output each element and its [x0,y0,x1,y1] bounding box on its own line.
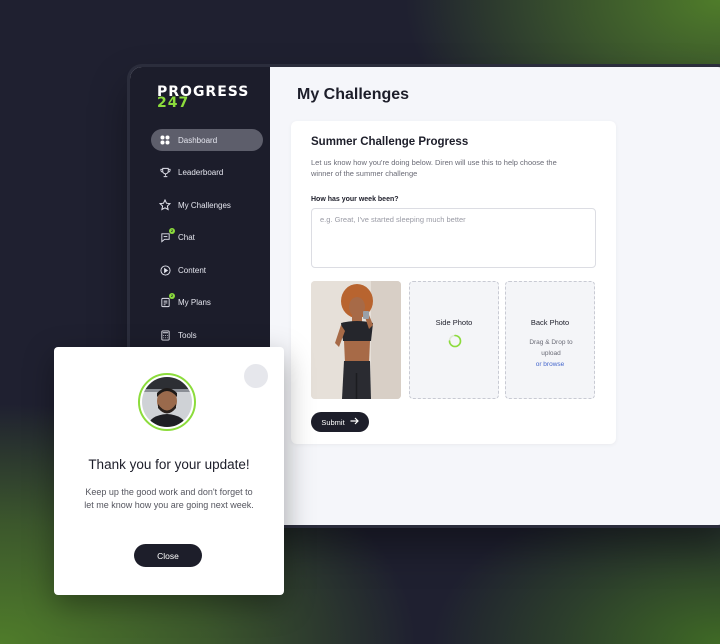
plans-badge: 2 [169,292,175,299]
sidebar-item-label: Dashboard [178,135,218,145]
front-photo[interactable] [311,281,401,399]
sidebar-item-content[interactable]: Content [151,259,263,281]
sidebar-item-my-challenges[interactable]: My Challenges [151,194,263,216]
challenge-card: Summer Challenge Progress Let us know ho… [291,121,616,444]
card-title: Summer Challenge Progress [311,136,469,148]
sidebar-item-leaderboard[interactable]: Leaderboard [151,162,263,184]
sidebar-item-my-plans[interactable]: 2 My Plans [151,292,263,314]
arrow-right-icon [350,417,359,427]
browse-link[interactable]: or browse [506,361,594,368]
submit-label: Submit [321,417,345,427]
week-update-input[interactable] [311,208,596,268]
coach-avatar-image [142,377,192,427]
front-photo-image [311,281,401,399]
sidebar-nav: Dashboard Leaderboard My Challenges 2 Ch… [151,129,263,357]
submit-button[interactable]: Submit [311,412,369,432]
modal-message: Keep up the good work and don't forget t… [84,487,254,510]
modal-dismiss-button[interactable] [244,364,268,388]
back-photo-upload[interactable]: Back Photo Drag & Drop to upload or brow… [505,281,595,399]
trophy-icon [159,167,171,179]
sidebar-item-tools[interactable]: Tools [151,324,263,346]
sidebar-item-label: My Challenges [178,200,231,210]
side-photo-label: Side Photo [435,318,473,327]
card-description: Let us know how you're doing below. Dire… [311,158,557,178]
chat-icon: 2 [159,227,175,244]
sidebar-item-label: Content [178,265,207,275]
sidebar-item-dashboard[interactable]: Dashboard [151,129,263,151]
plans-icon: 2 [159,292,175,309]
sidebar-item-label: My Plans [178,298,211,307]
calculator-icon [159,329,171,341]
close-button[interactable]: Close [134,544,202,567]
chat-badge: 2 [169,227,175,234]
avatar [138,373,196,431]
sidebar-item-label: Chat [178,233,195,242]
thank-you-modal: Thank you for your update! Keep up the g… [54,347,284,595]
drag-drop-hint: Drag & Drop to upload [529,339,573,357]
star-icon [159,199,171,211]
back-photo-label: Back Photo [530,318,570,327]
dashboard-icon [159,134,171,146]
week-question-label: How has your week been? [311,196,399,203]
side-photo-upload[interactable]: Side Photo [409,281,499,399]
modal-title: Thank you for your update! [88,457,250,472]
sidebar-item-label: Tools [178,330,197,340]
loading-spinner-icon [448,334,462,348]
page-title: My Challenges [297,86,410,103]
play-icon [159,264,171,276]
logo[interactable]: PROGRESS 247 [157,85,249,110]
sidebar-item-label: Leaderboard [178,168,224,177]
sidebar-item-chat[interactable]: 2 Chat [151,227,263,249]
